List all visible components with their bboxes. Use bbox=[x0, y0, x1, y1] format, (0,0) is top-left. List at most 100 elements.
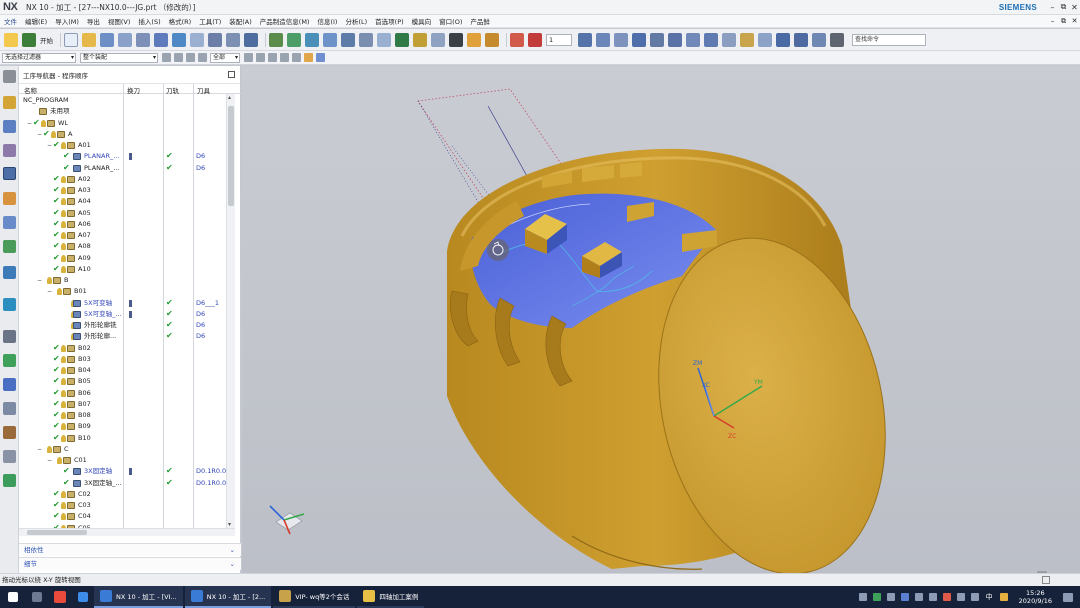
graphics-window[interactable]: ZM XC YM ZC bbox=[242, 66, 1080, 573]
doc-close-button[interactable]: ✕ bbox=[1069, 17, 1080, 26]
tree-row[interactable]: − ✔ WL bbox=[19, 118, 226, 129]
system-scenes-icon[interactable] bbox=[3, 426, 16, 439]
snap-grid-icon[interactable] bbox=[292, 53, 301, 62]
doc-minimize-button[interactable]: – bbox=[1047, 17, 1058, 26]
view-wireframe-icon[interactable] bbox=[704, 32, 718, 47]
operation-row[interactable]: 5X可变轴_... ✔ D6 bbox=[19, 309, 226, 320]
start-app-icon[interactable] bbox=[22, 32, 36, 47]
operation-row[interactable]: 5X可变轴 ✔ D6___1 bbox=[19, 298, 226, 309]
collapse-toggle-icon[interactable]: − bbox=[47, 286, 52, 297]
snap-endpoint-icon[interactable] bbox=[244, 53, 253, 62]
tree-row[interactable]: NC_PROGRAM bbox=[19, 95, 226, 106]
templates-icon[interactable] bbox=[3, 474, 16, 487]
restore-button[interactable]: ⧉ bbox=[1058, 2, 1069, 12]
tree-row[interactable]: ✔ B02 bbox=[19, 343, 226, 354]
layer-icon[interactable] bbox=[740, 32, 754, 47]
menu-view[interactable]: 视图(V) bbox=[104, 16, 135, 26]
select-all-icon[interactable] bbox=[198, 53, 207, 62]
window-arrange-icon[interactable] bbox=[812, 32, 826, 47]
history-icon[interactable] bbox=[3, 298, 16, 311]
geometry-view-icon[interactable] bbox=[226, 32, 240, 47]
menu-preferences[interactable]: 首选项(P) bbox=[371, 16, 408, 26]
save-view-icon[interactable] bbox=[776, 32, 790, 47]
role-icon[interactable] bbox=[830, 32, 844, 47]
tray-app-icon[interactable] bbox=[942, 593, 951, 601]
operation-navigator-icon[interactable] bbox=[3, 167, 16, 180]
menu-import[interactable]: 导入(M) bbox=[51, 16, 83, 26]
web-browser-icon[interactable] bbox=[3, 266, 16, 279]
dependencies-panel[interactable]: 相依性 ⌄ bbox=[19, 543, 241, 556]
tree-row[interactable]: ✔ C04 bbox=[19, 511, 226, 522]
scroll-thumb[interactable] bbox=[27, 530, 87, 535]
tree-row[interactable]: ✔ B07 bbox=[19, 399, 226, 410]
record-icon[interactable] bbox=[528, 32, 542, 47]
minimize-button[interactable]: – bbox=[1047, 3, 1058, 12]
operation-row[interactable]: 外形轮廓... ✔ D6 bbox=[19, 331, 226, 342]
collapse-toggle-icon[interactable]: − bbox=[37, 444, 42, 455]
tree-row[interactable]: ✔ A04 bbox=[19, 196, 226, 207]
collapse-toggle-icon[interactable]: − bbox=[47, 140, 52, 151]
menu-analysis[interactable]: 分析(L) bbox=[341, 16, 371, 26]
view-zoom-icon[interactable] bbox=[596, 32, 610, 47]
process-studio-icon[interactable] bbox=[3, 354, 16, 367]
close-button[interactable]: ✕ bbox=[1069, 3, 1080, 12]
collapse-toggle-icon[interactable]: − bbox=[37, 275, 42, 286]
view-rotate-icon[interactable] bbox=[614, 32, 628, 47]
details-panel[interactable]: 细节 ⌄ bbox=[19, 557, 241, 570]
settings-gear-icon[interactable] bbox=[3, 70, 16, 83]
edit-object-icon[interactable] bbox=[413, 32, 427, 47]
part-navigator-icon[interactable] bbox=[3, 144, 16, 157]
command-search-input[interactable]: 查找命令 bbox=[852, 33, 926, 46]
view-fit-icon[interactable] bbox=[578, 32, 592, 47]
operation-row[interactable]: 外形轮廓铣 ✔ D6 bbox=[19, 320, 226, 331]
zoom-select[interactable]: 1 bbox=[546, 33, 572, 46]
roles-icon[interactable] bbox=[3, 402, 16, 415]
view-edge-icon[interactable] bbox=[722, 32, 736, 47]
tree-row[interactable]: − ✔ A bbox=[19, 129, 226, 140]
tree-vertical-scrollbar[interactable]: ▴ ▾ bbox=[226, 94, 235, 528]
collapse-toggle-icon[interactable]: − bbox=[47, 455, 52, 466]
machine-tool-view-icon[interactable] bbox=[208, 32, 222, 47]
view-orient-icon[interactable] bbox=[650, 32, 664, 47]
view-section-icon[interactable] bbox=[668, 32, 682, 47]
list-toolpath-icon[interactable] bbox=[323, 32, 337, 47]
menu-insert[interactable]: 插入(S) bbox=[134, 16, 164, 26]
volume-icon[interactable] bbox=[970, 593, 979, 601]
taskbar-app-folder[interactable]: 四轴加工案例 bbox=[357, 586, 425, 608]
menu-info[interactable]: 信息(I) bbox=[313, 16, 341, 26]
collapse-toggle-icon[interactable]: − bbox=[27, 118, 32, 129]
machine-navigator-icon[interactable] bbox=[3, 192, 16, 205]
menu-window[interactable]: 窗口(O) bbox=[435, 16, 466, 26]
assembly-scope-select[interactable]: 整个装配 ▾ bbox=[80, 52, 158, 63]
column-name[interactable]: 名称 bbox=[24, 85, 37, 95]
column-toolpath[interactable]: 刀轨 bbox=[166, 85, 179, 95]
operation-row[interactable]: ✔ 3X固定轴_... ✔ D0.1R0.0 bbox=[19, 478, 226, 489]
menu-pmi[interactable]: 产品制造信息(M) bbox=[256, 16, 314, 26]
tree-row[interactable]: − C01 bbox=[19, 455, 226, 466]
view-shaded-icon[interactable] bbox=[686, 32, 700, 47]
tree-row[interactable]: ✔ A08 bbox=[19, 241, 226, 252]
tray-app-icon[interactable] bbox=[858, 593, 867, 601]
tree-row[interactable]: ✔ C03 bbox=[19, 500, 226, 511]
manufacturing-wizard-icon[interactable] bbox=[3, 378, 16, 391]
system-materials-icon[interactable] bbox=[3, 330, 16, 343]
filter-icon[interactable] bbox=[174, 53, 183, 62]
tray-app-icon[interactable] bbox=[872, 593, 881, 601]
menu-product[interactable]: 产品鲜 bbox=[466, 16, 494, 26]
show-hide-icon[interactable] bbox=[304, 53, 313, 62]
scroll-up-icon[interactable]: ▴ bbox=[228, 94, 231, 101]
menu-tools[interactable]: 工具(T) bbox=[195, 16, 225, 26]
operation-row[interactable]: ✔ 3X固定轴 ✔ D0.1R0.0 bbox=[19, 466, 226, 477]
reuse-library-icon[interactable] bbox=[3, 216, 16, 229]
column-tool[interactable]: 刀具 bbox=[197, 85, 210, 95]
tree-horizontal-scrollbar[interactable] bbox=[19, 528, 235, 536]
verify-toolpath-icon[interactable] bbox=[305, 32, 319, 47]
view-pan-icon[interactable] bbox=[632, 32, 646, 47]
machining-method-view-icon[interactable] bbox=[244, 32, 258, 47]
tree-row[interactable]: ✔ A02 bbox=[19, 174, 226, 185]
menu-file[interactable]: 文件 bbox=[0, 16, 21, 26]
tree-row[interactable]: − ✔ A01 bbox=[19, 140, 226, 151]
media-player-icon[interactable] bbox=[78, 592, 88, 602]
feature-icon[interactable] bbox=[510, 32, 524, 47]
shop-documentation-icon[interactable] bbox=[377, 32, 391, 47]
